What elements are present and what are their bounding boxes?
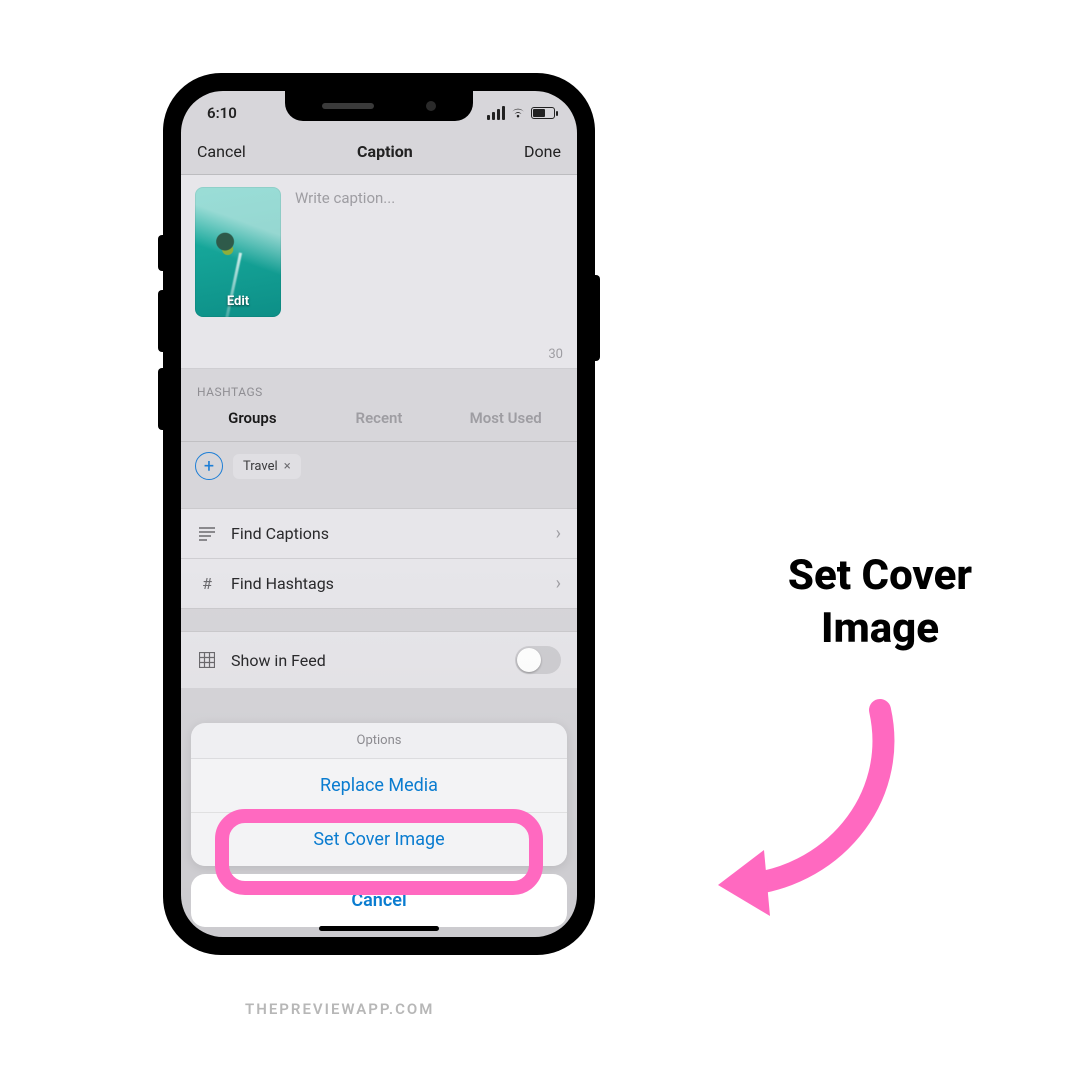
- tab-most-used[interactable]: Most Used: [442, 405, 569, 431]
- annotation-line1: Set Cover: [788, 551, 972, 600]
- tab-recent[interactable]: Recent: [316, 405, 443, 431]
- annotation-text: Set Cover Image: [720, 550, 1040, 655]
- actions-list: Find Captions › # Find Hashtags ›: [181, 508, 577, 609]
- row-find-captions[interactable]: Find Captions ›: [181, 509, 577, 559]
- row-label: Find Captions: [231, 524, 329, 543]
- nav-bar: Cancel Caption Done: [181, 135, 577, 175]
- sheet-title: Options: [191, 723, 567, 759]
- status-time: 6:10: [207, 104, 237, 122]
- watermark: THEPREVIEWAPP.COM: [245, 1000, 434, 1018]
- hashtag-icon: #: [197, 574, 217, 593]
- sheet-cancel[interactable]: Cancel: [191, 874, 567, 927]
- notch: [285, 91, 473, 121]
- page-title: Caption: [357, 142, 413, 161]
- feed-list: Show in Feed: [181, 631, 577, 688]
- lines-icon: [197, 527, 217, 541]
- sheet-replace-media[interactable]: Replace Media: [191, 759, 567, 813]
- cancel-button[interactable]: Cancel: [197, 142, 246, 161]
- hashtag-chip-travel[interactable]: Travel ×: [233, 454, 301, 479]
- chip-remove-icon[interactable]: ×: [284, 459, 291, 474]
- row-label: Show in Feed: [231, 651, 326, 670]
- grid-icon: [197, 652, 217, 668]
- row-label: Find Hashtags: [231, 574, 334, 593]
- annotation-line2: Image: [821, 604, 939, 653]
- wifi-icon: [510, 107, 526, 119]
- chevron-right-icon: ›: [556, 523, 561, 544]
- home-indicator: [319, 926, 439, 931]
- sheet-set-cover-image[interactable]: Set Cover Image: [191, 813, 567, 866]
- done-button[interactable]: Done: [524, 142, 561, 161]
- arrow-icon: [700, 690, 920, 920]
- hashtag-tabs: Groups Recent Most Used: [181, 405, 577, 442]
- row-find-hashtags[interactable]: # Find Hashtags ›: [181, 559, 577, 608]
- signal-icon: [487, 106, 505, 120]
- side-button-right: [593, 275, 600, 361]
- phone-frame: 6:10 Cancel Caption Done Edit Write capt…: [165, 75, 593, 953]
- feed-toggle[interactable]: [515, 646, 561, 674]
- edit-label[interactable]: Edit: [195, 294, 281, 309]
- hashtag-chips: + Travel ×: [181, 442, 577, 490]
- action-sheet: Options Replace Media Set Cover Image Ca…: [191, 723, 567, 927]
- sheet-group: Options Replace Media Set Cover Image: [191, 723, 567, 866]
- phone-screen: 6:10 Cancel Caption Done Edit Write capt…: [181, 91, 577, 937]
- caption-input[interactable]: Write caption...: [295, 187, 395, 317]
- caption-section: Edit Write caption... 30: [181, 175, 577, 369]
- row-show-in-feed[interactable]: Show in Feed: [181, 632, 577, 688]
- hashtags-label: HASHTAGS: [181, 369, 577, 405]
- tab-groups[interactable]: Groups: [189, 405, 316, 431]
- chevron-right-icon: ›: [556, 573, 561, 594]
- add-hashtag-button[interactable]: +: [195, 452, 223, 480]
- battery-icon: [531, 107, 555, 119]
- chip-label: Travel: [243, 459, 278, 474]
- media-thumbnail[interactable]: Edit: [195, 187, 281, 317]
- caption-counter: 30: [195, 347, 563, 362]
